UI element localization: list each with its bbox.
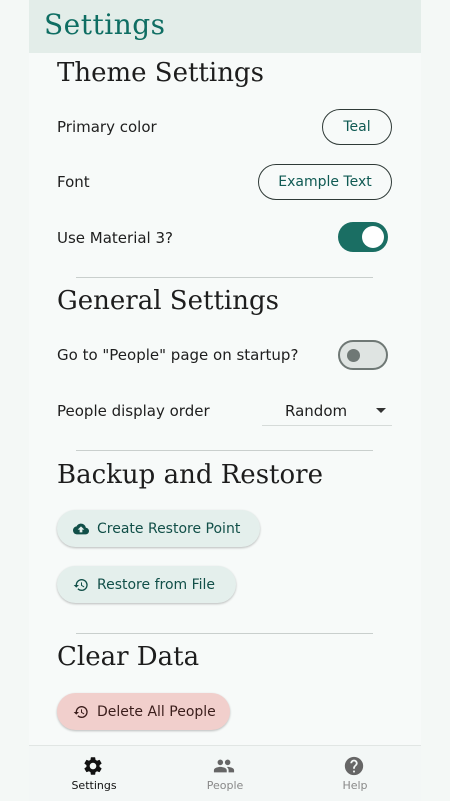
people-icon (213, 759, 235, 773)
nav-item-people[interactable]: People (160, 746, 290, 801)
bottom-navigation: Settings People Help (29, 745, 421, 801)
create-restore-point-label: Create Restore Point (97, 520, 241, 537)
history-icon (73, 705, 88, 718)
page-title: Settings (44, 8, 166, 41)
material3-toggle[interactable] (338, 222, 388, 252)
settings-screen: Settings Theme Settings Primary color Te… (29, 0, 421, 801)
cloud-upload-icon (73, 523, 89, 534)
font-button[interactable]: Example Text (258, 164, 392, 200)
toggle-knob (347, 349, 360, 362)
divider (76, 450, 373, 451)
material3-label: Use Material 3? (57, 229, 174, 247)
divider (76, 277, 373, 278)
nav-item-help[interactable]: Help (290, 746, 420, 801)
primary-color-label: Primary color (57, 118, 157, 136)
gear-icon (84, 757, 102, 775)
toggle-knob (362, 226, 384, 248)
nav-label-help: Help (342, 779, 368, 792)
nav-item-settings[interactable]: Settings (29, 746, 159, 801)
display-order-select[interactable]: Random (262, 394, 392, 426)
delete-all-people-button[interactable]: Delete All People (57, 693, 230, 730)
primary-color-button[interactable]: Teal (322, 109, 392, 145)
app-bar: Settings (29, 0, 421, 53)
delete-all-people-label: Delete All People (97, 703, 216, 720)
startup-label: Go to "People" page on startup? (57, 346, 299, 364)
nav-label-people: People (206, 779, 244, 792)
theme-section-title: Theme Settings (57, 58, 264, 88)
display-order-value: Random (285, 402, 348, 420)
help-icon (344, 756, 364, 776)
dropdown-arrow-icon (376, 408, 386, 413)
history-icon (73, 578, 88, 591)
backup-section-title: Backup and Restore (57, 460, 323, 490)
create-restore-point-button[interactable]: Create Restore Point (57, 510, 260, 547)
clear-section-title: Clear Data (57, 642, 200, 672)
font-label: Font (57, 173, 90, 191)
general-section-title: General Settings (57, 286, 279, 316)
restore-from-file-label: Restore from File (97, 576, 216, 593)
divider (76, 633, 373, 634)
nav-label-settings: Settings (71, 779, 117, 792)
startup-toggle[interactable] (338, 340, 388, 370)
display-order-label: People display order (57, 402, 210, 420)
restore-from-file-button[interactable]: Restore from File (57, 566, 236, 603)
